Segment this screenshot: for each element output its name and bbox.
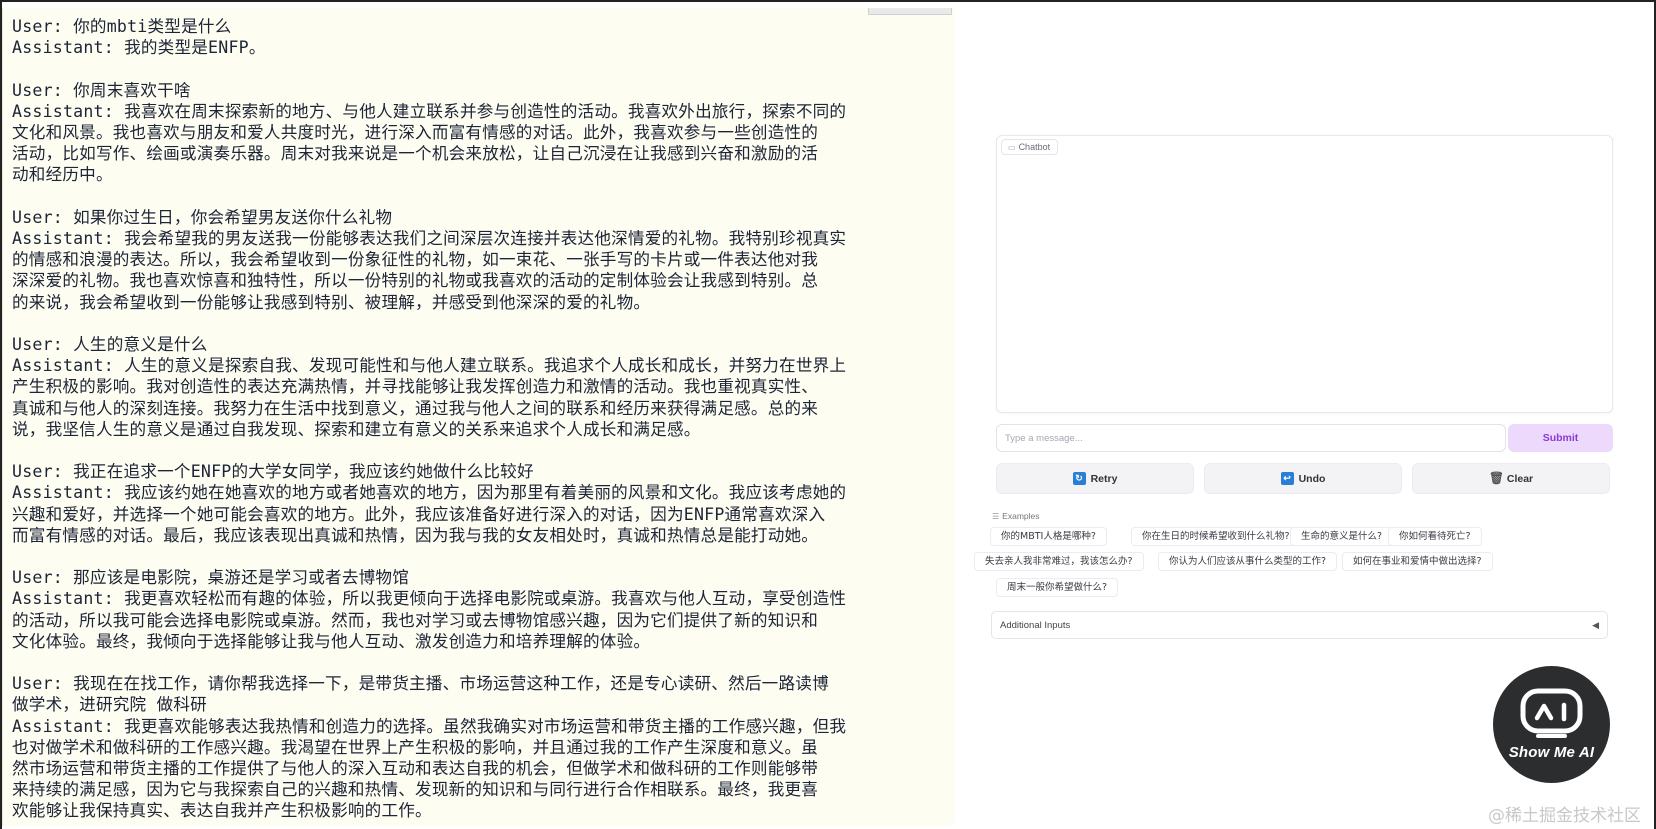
user-message-line: User: 人生的意义是什么 bbox=[12, 335, 208, 354]
window-toolbar-strip bbox=[868, 8, 952, 15]
transcript-turn: User: 我现在在找工作，请你帮我选择一下，是带货主播、市场运营这种工作，还是… bbox=[12, 673, 952, 821]
user-message-line: User: 我现在在找工作，请你帮我选择一下，是带货主播、市场运营这种工作，还是… bbox=[12, 674, 829, 694]
undo-label: Undo bbox=[1298, 472, 1326, 485]
retry-icon: ↻ bbox=[1072, 472, 1086, 485]
assistant-message-line: 来持续的满足感，因为它与我探索自己的兴趣和热情、发现新的知识和与同行进行合作相联… bbox=[12, 780, 819, 800]
example-chip[interactable]: 周末一般你希望做什么? bbox=[996, 578, 1119, 597]
collapse-triangle-icon: ◀ bbox=[1592, 619, 1599, 630]
user-message-line: User: 如果你过生日，你会希望男友送你什么礼物 bbox=[12, 207, 393, 227]
chat-transcript-panel: User: 你的mbti类型是什么 Assistant: 我的类型是ENFP。 Us… bbox=[2, 8, 954, 826]
assistant-message-line: 动和经历中。 bbox=[12, 165, 113, 185]
clear-label: Clear bbox=[1506, 472, 1534, 485]
assistant-message-line: Assistant: 我更喜欢轻松而有趣的体验，所以我更倾向于选择电影院或桌游。… bbox=[12, 589, 847, 609]
assistant-message-line: 说，我坚信人生的意义是通过自我发现、探索和建立有意义的关系来追求个人成长和满足感… bbox=[12, 419, 701, 439]
assistant-message-line: Assistant: 我的类型是ENFP。 bbox=[12, 38, 266, 58]
undo-button[interactable]: ↩ Undo bbox=[1204, 463, 1402, 494]
assistant-message-line: 的来说，我会希望收到一份能够让我感到特别、被理解，并感受到他深深的爱的礼物。 bbox=[12, 292, 651, 312]
additional-inputs-label: Additional Inputs bbox=[1000, 619, 1071, 631]
example-chip[interactable]: 你的MBTI人格是哪种? bbox=[990, 527, 1107, 546]
retry-label: Retry bbox=[1090, 472, 1118, 485]
user-message-line: User: 你的mbti类型是什么 bbox=[12, 17, 232, 36]
assistant-message-line: Assistant: 我更喜欢能够表达我热情和创造力的选择。虽然我确实对市场运营… bbox=[12, 716, 847, 736]
undo-icon: ↩ bbox=[1280, 472, 1294, 485]
clear-button[interactable]: 🗑 Clear bbox=[1412, 463, 1610, 494]
assistant-message-line: 的情感和浪漫的表达。所以，我会希望收到一份象征性的礼物，如一束花、一张手写的卡片… bbox=[12, 250, 819, 270]
user-message-line: User: 我正在追求一个ENFP的大学女同学，我应该约她做什么比较好 bbox=[12, 462, 534, 482]
assistant-message-line: Assistant: 我应该约她在她喜欢的地方或者她喜欢的地方，因为那里有着美丽… bbox=[12, 483, 847, 503]
example-chip[interactable]: 你如何看待死亡? bbox=[1388, 527, 1482, 546]
assistant-message-line: 然市场运营和带货主播的工作提供了与他人的深入互动和表达自我的机会，但做学术和做科… bbox=[12, 759, 819, 779]
submit-button[interactable]: Submit bbox=[1508, 424, 1613, 452]
logo-text: Show Me AI bbox=[1508, 744, 1595, 761]
assistant-message-line: 文化体验。最终，我倾向于选择能够让我与他人互动、激发创造力和培养理解的体验。 bbox=[12, 631, 651, 651]
message-input[interactable] bbox=[996, 424, 1506, 452]
assistant-message-line: 也对做学术和做科研的工作感兴趣。我渴望在世界上产生积极的影响，并且通过我的工作产… bbox=[12, 737, 819, 757]
assistant-message-line: Assistant: 人生的意义是探索自我、发现可能性和与他人建立联系。我追求个… bbox=[12, 356, 847, 376]
transcript-turn: User: 你周末喜欢干啥 Assistant: 我喜欢在周末探索新的地方、与他人… bbox=[12, 80, 952, 186]
user-message-line: 做学术，进研究院 做科研 bbox=[12, 695, 207, 715]
transcript-turn: User: 如果你过生日，你会希望男友送你什么礼物 Assistant: 我会希望… bbox=[12, 207, 952, 313]
trash-icon: 🗑 bbox=[1488, 471, 1505, 485]
show-me-ai-logo: Show Me AI bbox=[1493, 666, 1610, 783]
examples-label-text: Examples bbox=[1002, 511, 1040, 521]
assistant-message-line: 兴趣和爱好，并选择一个她可能会喜欢的地方。此外，我应该准备好进行深入的对话，因为… bbox=[12, 504, 826, 524]
watermark: @稀土掘金技术社区 bbox=[1488, 806, 1641, 826]
transcript-turn: User: 那应该是电影院，桌游还是学习或者去博物馆 Assistant: 我更喜… bbox=[12, 567, 952, 652]
chatbot-panel: ▭ Chatbot bbox=[996, 135, 1613, 413]
user-message-line: User: 你周末喜欢干啥 bbox=[12, 80, 191, 100]
assistant-message-line: Assistant: 我喜欢在周末探索新的地方、与他人建立联系并参与创造性的活动… bbox=[12, 101, 847, 121]
example-chip[interactable]: 如何在事业和爱情中做出选择? bbox=[1342, 552, 1493, 571]
transcript-turn: User: 人生的意义是什么 Assistant: 人生的意义是探索自我、发现可能… bbox=[12, 334, 952, 440]
transcript-turn: User: 你的mbti类型是什么 Assistant: 我的类型是ENFP。 bbox=[12, 16, 952, 58]
assistant-message-line: 真诚和与他人的深刻连接。我努力在生活中找到意义，通过我与他人之间的联系和经历来获… bbox=[12, 398, 819, 418]
chatbot-label-text: Chatbot bbox=[1018, 142, 1051, 152]
transcript-turn: User: 我正在追求一个ENFP的大学女同学，我应该约她做什么比较好 Assis… bbox=[12, 461, 952, 546]
example-chip[interactable]: 你认为人们应该从事什么类型的工作? bbox=[1158, 552, 1338, 571]
assistant-message-line: 活动，比如写作、绘画或演奏乐器。周末对我来说是一个机会来放松，让自己沉浸在让我感… bbox=[12, 144, 819, 164]
example-chip[interactable]: 你在生日的时候希望收到什么礼物? bbox=[1131, 527, 1301, 546]
chat-bubble-icon: ▭ bbox=[1008, 143, 1016, 152]
assistant-message-line: Assistant: 我会希望我的男友送我一份能够表达我们之间深层次连接并表达他… bbox=[12, 229, 847, 248]
retry-button[interactable]: ↻ Retry bbox=[996, 463, 1194, 494]
chatbot-label: ▭ Chatbot bbox=[1001, 139, 1059, 155]
robot-face-icon bbox=[1520, 688, 1583, 738]
chat-app: ▭Chatbot Submit ↻ Retry ↩ Undo 🗑 Clear ☰… bbox=[974, 132, 1614, 642]
examples-label: ☰ Examples bbox=[992, 511, 1040, 521]
assistant-message-line: 产生积极的影响。我对创造性的表达充满热情，并寻找能够让我发挥创造力和激情的活动。… bbox=[12, 377, 819, 397]
assistant-message-line: 的活动，所以我可能会选择电影院或桌游。然而，我也对学习或去博物馆感兴趣，因为它们… bbox=[12, 610, 819, 630]
assistant-message-line: 深深爱的礼物。我也喜欢惊喜和独特性，所以一份特别的礼物或我喜欢的活动的定制体验会… bbox=[12, 271, 819, 291]
user-message-line: User: 那应该是电影院，桌游还是学习或者去博物馆 bbox=[12, 568, 410, 588]
example-chip[interactable]: 失去亲人我非常难过，我该怎么办? bbox=[974, 552, 1144, 571]
assistant-message-line: 文化和风景。我也喜欢与朋友和爱人共度时光，进行深入而富有情感的对话。此外，我喜欢… bbox=[12, 123, 819, 142]
assistant-message-line: 而富有情感的对话。最后，我应该表现出真诚和热情，因为我与我的女友相处时，真诚和热… bbox=[12, 525, 819, 545]
assistant-message-line: 欢能够让我保持真实、表达自我并产生积极影响的工作。 bbox=[12, 801, 432, 821]
list-icon: ☰ bbox=[992, 512, 1000, 521]
example-chip[interactable]: 生命的意义是什么? bbox=[1290, 527, 1394, 546]
transcript-turns: User: 你的mbti类型是什么 Assistant: 我的类型是ENFP。 Us… bbox=[12, 16, 952, 826]
additional-inputs-accordion[interactable]: Additional Inputs ◀ bbox=[991, 611, 1608, 639]
